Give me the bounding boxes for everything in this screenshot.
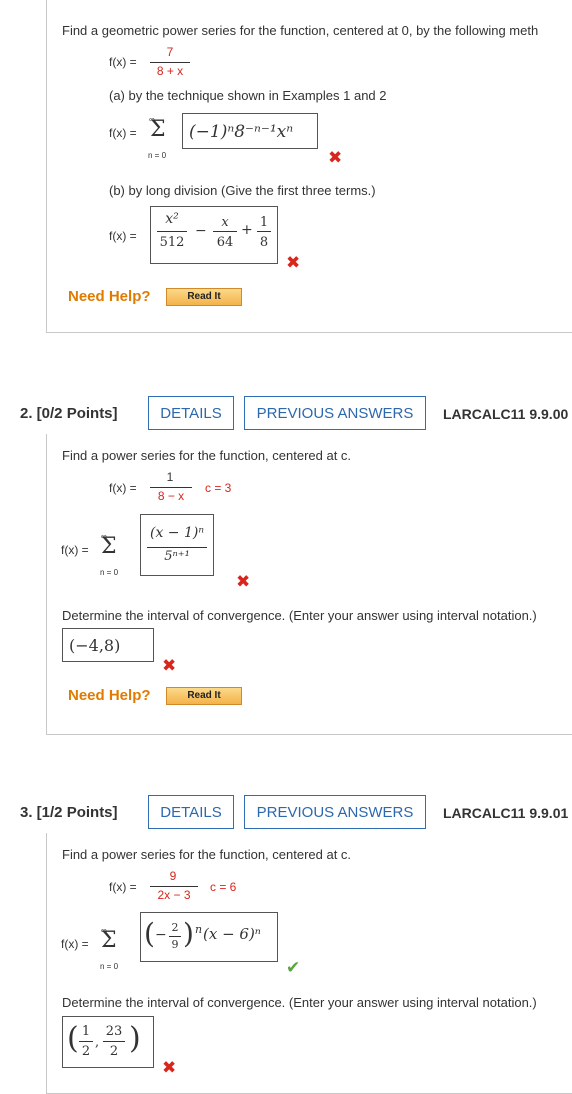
q3-open-paren: ( [144,917,155,950]
q3-previous-answers-button[interactable]: PREVIOUS ANSWERS [244,795,426,829]
q3-close-paren: ) [183,917,194,950]
q3-int-b-den: 2 [109,1044,119,1059]
q3-int-comma: , [95,1035,100,1050]
q1-b-minus: − [195,223,207,239]
q3-interval-wrong-icon: ✖ [162,1058,177,1077]
q3-series-answer-field[interactable]: ( − 2 9 ) n (x − 6)ⁿ [140,912,278,962]
q1-a-answer-field[interactable]: (−1)ⁿ8⁻ⁿ⁻¹xⁿ [182,113,318,149]
q1-read-it-button[interactable]: Read It [166,288,242,306]
question-1-panel [46,0,572,333]
q3-int-a-num: 1 [81,1024,91,1039]
q3-fx-fraction-bar [150,886,198,887]
q2-interval-prompt: Determine the interval of convergence. (… [62,608,537,623]
q2-read-it-button[interactable]: Read It [166,687,242,705]
q3-answer-exponent: n [195,923,203,936]
q1-fx-label: f(x) = [109,55,137,69]
q1-b-term1-bar [157,231,187,232]
q2-need-help-label: Need Help? [68,687,151,704]
q2-series-answer-field[interactable]: (x − 1)ⁿ 5ⁿ⁺¹ [140,514,214,576]
q3-int-open-paren: ( [67,1021,79,1056]
q1-b-wrong-icon: ✖ [286,253,301,272]
q1-b-term3-den: 8 [259,235,269,250]
q2-header: 2. [0/2 Points] [20,405,118,422]
q3-answer-frac-den: 9 [171,938,179,951]
q2-previous-answers-button[interactable]: PREVIOUS ANSWERS [244,396,426,430]
q3-int-a-den: 2 [81,1044,91,1059]
q1-fx-fraction-bar [150,62,190,63]
q1-fx-denominator: 8 + x [156,64,184,78]
q1-a-wrong-icon: ✖ [328,148,343,167]
q3-int-close-paren: ) [129,1021,141,1056]
q1-part-a-label: (a) by the technique shown in Examples 1… [109,88,387,103]
q3-header: 3. [1/2 Points] [20,804,118,821]
q2-fx-denominator: 8 − x [157,489,185,503]
q2-series-wrong-icon: ✖ [236,572,251,591]
q2-details-button[interactable]: DETAILS [148,396,234,430]
q3-answer-tail: (x − 6)ⁿ [203,925,261,943]
q1-b-plus: + [241,222,253,238]
q2-fx-fraction-bar [150,487,192,488]
q2-answer-bar [147,547,207,548]
q1-a-sum-bottom: n = 0 [148,151,167,160]
q1-fx-numerator: 7 [166,45,174,59]
q2-fx-numerator: 1 [166,470,174,484]
q3-int-a-bar [79,1041,93,1042]
q3-sigma-icon: Σ [101,928,117,953]
q2-answer-fx-label: f(x) = [61,543,89,557]
q2-sum-bottom: n = 0 [100,568,119,577]
q3-interval-prompt: Determine the interval of convergence. (… [62,995,537,1010]
q3-details-button[interactable]: DETAILS [148,795,234,829]
q3-series-correct-icon: ✔ [286,958,301,977]
q3-prompt: Find a power series for the function, ce… [62,847,352,862]
q2-sigma-icon: Σ [101,534,117,559]
q1-prompt: Find a geometric power series for the fu… [62,23,539,38]
q3-int-b-num: 23 [105,1024,123,1039]
q3-sum-bottom: n = 0 [100,962,119,971]
q1-b-term3-num: 1 [259,215,269,230]
q1-b-answer-field[interactable]: x² 512 − x 64 + 1 8 [150,206,278,264]
q3-fx-denominator: 2x − 3 [157,888,191,902]
q3-int-b-bar [103,1041,125,1042]
q3-fx-numerator: 9 [169,869,177,883]
q2-interval-answer-field[interactable]: (−4,8) [62,628,154,662]
q1-b-term2-den: 64 [216,235,234,250]
q2-c-value: c = 3 [205,481,232,495]
q1-b-term1-num: x² [165,211,179,227]
q2-reference: LARCALC11 9.9.00 [443,406,569,422]
q3-interval-answer-field[interactable]: ( 1 2 , 23 2 ) [62,1016,154,1068]
q2-answer-denominator: 5ⁿ⁺¹ [164,549,190,564]
q2-answer-numerator: (x − 1)ⁿ [149,525,205,541]
q3-fx-label: f(x) = [109,880,137,894]
q3-c-value: c = 6 [210,880,237,894]
q3-answer-minus: − [155,927,167,943]
q1-b-term1-den: 512 [159,235,185,250]
q1-a-fx-label: f(x) = [109,126,137,140]
q1-part-b-label: (b) by long division (Give the first thr… [109,183,376,198]
q1-need-help-label: Need Help? [68,288,151,305]
q2-prompt: Find a power series for the function, ce… [62,448,352,463]
q1-b-fx-label: f(x) = [109,229,137,243]
q1-b-term3-bar [257,231,271,232]
q2-interval-wrong-icon: ✖ [162,656,177,675]
q1-a-sigma-icon: Σ [150,117,166,142]
q3-answer-frac-bar [169,936,181,937]
q2-fx-label: f(x) = [109,481,137,495]
q3-answer-frac-num: 2 [171,921,179,934]
q1-b-term2-num: x [221,215,229,230]
q1-b-term2-bar [213,231,237,232]
q3-reference: LARCALC11 9.9.01 [443,805,569,821]
q3-answer-fx-label: f(x) = [61,937,89,951]
